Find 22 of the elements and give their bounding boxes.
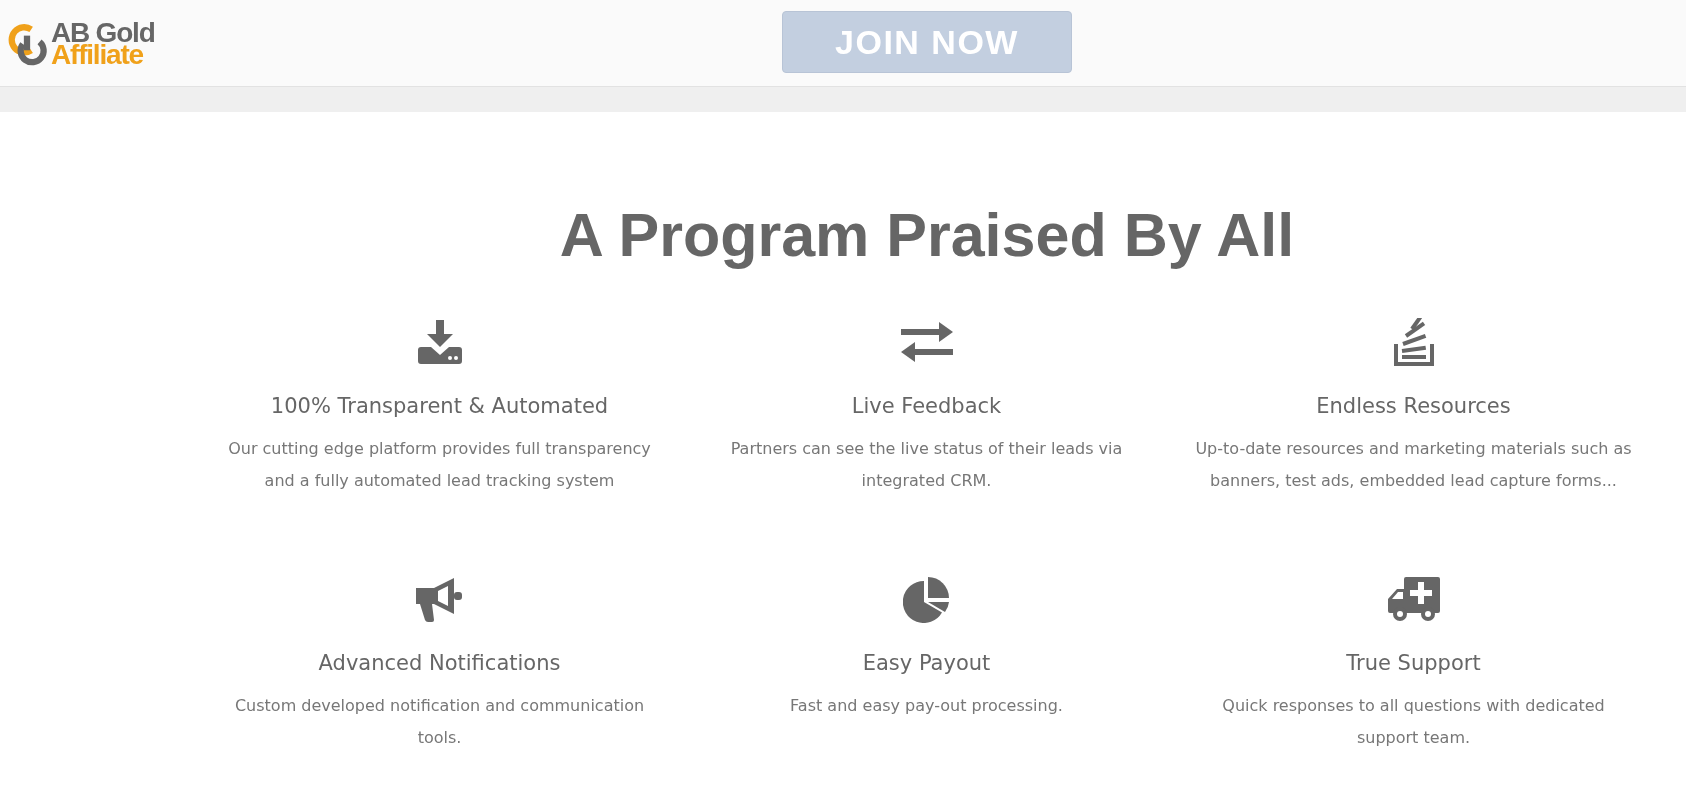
feature-title: Easy Payout — [862, 650, 991, 677]
feature-description: Fast and easy pay-out processing. — [790, 695, 1063, 717]
stacked-papers-tray-icon — [1393, 318, 1434, 366]
feature-title: Live Feedback — [851, 393, 1002, 420]
exchange-arrows-icon — [900, 322, 953, 362]
feature-title: True Support — [1346, 650, 1481, 677]
logo-text: Affiliate — [51, 44, 143, 66]
feature-description: Partners can see the live status of their leads via integrated CRM. — [729, 438, 1124, 492]
feature-description: Our cutting edge platform provides full transparency and a fully automated lead tracking system — [227, 438, 652, 492]
feature-description: Custom developed notification and communication tools. — [233, 695, 646, 749]
ambulance-icon — [1387, 577, 1440, 621]
megaphone-icon — [415, 576, 464, 622]
section-heading: A Program Praised By All — [558, 200, 1296, 271]
pie-chart-icon — [902, 575, 951, 623]
feature-title: 100% Transparent & Automated — [270, 393, 609, 420]
feature-title: Advanced Notifications — [318, 650, 561, 677]
feature-description: Quick responses to all questions with dedicated support team. — [1221, 695, 1606, 749]
download-icon — [415, 320, 464, 364]
feature-description: Up-to-date resources and marketing materials such as banners, test ads, embedded lead capture forms... — [1194, 438, 1633, 492]
feature-title: Endless Resources — [1316, 393, 1511, 420]
logo-text: AB Gold — [51, 22, 155, 44]
join-now-button[interactable]: JOIN NOW — [782, 11, 1072, 73]
